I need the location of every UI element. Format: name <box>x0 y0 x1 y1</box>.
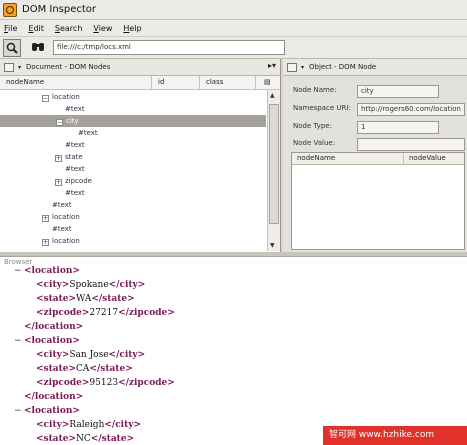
browser-pane-label: Browser <box>4 258 33 266</box>
xml-line: <zipcode>27217</zipcode> <box>36 308 175 318</box>
tree-node-label: state <box>65 153 83 161</box>
node-name-field[interactable]: city <box>357 85 439 98</box>
dom-node-pane-title: Object - DOM Node <box>309 63 377 71</box>
namespace-uri-label: Namespace URI: <box>293 104 351 112</box>
tree-node-label: #text <box>65 141 85 149</box>
dom-nodes-pane-header: ▾ Document - DOM Nodes ▸▾ <box>0 59 280 76</box>
dom-tree-column-headers: nodeName id class ▤ <box>0 76 280 90</box>
column-header-nodename[interactable]: nodeName <box>292 153 404 164</box>
xml-collapse-toggle[interactable]: − <box>14 336 24 346</box>
browser-pane: Browser − <location> <city>Spokane</city>… <box>0 256 467 445</box>
document-url-field[interactable]: file:///c:/tmp/locs.xml <box>53 40 285 55</box>
expand-icon[interactable]: + <box>55 179 62 186</box>
node-type-field[interactable]: 1 <box>357 121 439 134</box>
tree-node-zipcode[interactable]: + zipcode <box>55 175 92 187</box>
tree-node-label: location <box>52 213 80 221</box>
toolbar: file:///c:/tmp/locs.xml <box>0 37 467 59</box>
namespace-uri-field[interactable]: http://rogers60.com/location <box>357 103 465 116</box>
xml-line: </location> <box>24 392 84 402</box>
tree-node-label: city <box>66 117 79 125</box>
tree-node-label: #text <box>65 165 85 173</box>
chevron-down-icon[interactable]: ▾ <box>18 64 21 71</box>
tree-node-text[interactable]: #text <box>52 223 72 235</box>
tree-node-text[interactable]: #text <box>65 187 85 199</box>
window-title: DOM Inspector <box>22 4 97 15</box>
node-name-label: Node Name: <box>293 86 337 94</box>
tree-node-text[interactable]: #text <box>65 103 85 115</box>
scroll-down-icon[interactable]: ▼ <box>270 242 275 249</box>
dom-nodes-pane-title: Document - DOM Nodes <box>26 63 111 71</box>
menu-file[interactable]: File <box>4 24 17 33</box>
tree-node-label: #text <box>52 201 72 209</box>
xml-line: − <location> <box>14 266 80 276</box>
tree-node-state[interactable]: + state <box>55 151 83 163</box>
collapse-icon[interactable]: − <box>56 119 63 126</box>
dom-node-pane-header: ▾ Object - DOM Node <box>283 59 467 76</box>
tree-node-text[interactable]: #text <box>78 127 98 139</box>
node-value-field[interactable] <box>357 138 465 151</box>
node-type-label: Node Type: <box>293 122 332 130</box>
xml-line: <zipcode>95123</zipcode> <box>36 378 175 388</box>
scrollbar-thumb[interactable] <box>269 104 279 224</box>
xml-line: <state>WA</state> <box>36 294 135 304</box>
panel-menu-icon[interactable] <box>4 62 14 72</box>
attributes-table: nodeName nodeValue <box>291 152 465 250</box>
xml-line: − <location> <box>14 406 80 416</box>
tree-node-label: location <box>52 93 80 101</box>
xml-line: <state>NC</state> <box>36 434 135 444</box>
node-value-label: Node Value: <box>293 139 336 147</box>
expand-icon[interactable]: + <box>55 155 62 162</box>
tree-node-location[interactable]: + location <box>42 235 80 247</box>
column-header-id[interactable]: id <box>152 76 200 90</box>
menu-help[interactable]: Help <box>123 24 141 33</box>
collapse-icon[interactable]: − <box>42 95 49 102</box>
binoculars-icon[interactable] <box>31 41 45 55</box>
menu-bar: File Edit Search View Help <box>0 20 467 37</box>
dom-node-tree: − location #text − city #text #text + state… <box>0 90 280 251</box>
panel-menu-icon[interactable] <box>287 62 297 72</box>
chevron-down-icon[interactable]: ▾ <box>301 64 304 71</box>
column-header-class[interactable]: class <box>200 76 256 90</box>
inspect-button[interactable] <box>3 38 21 57</box>
scroll-up-icon[interactable]: ▲ <box>270 92 275 99</box>
xml-line: <city>Raleigh</city> <box>36 420 142 430</box>
xml-line: <city>San Jose</city> <box>36 350 146 360</box>
dom-node-pane: ▾ Object - DOM Node Node Name: city Name… <box>283 59 467 252</box>
expand-icon[interactable]: + <box>42 215 49 222</box>
tree-node-label: #text <box>78 129 98 137</box>
tree-node-label: location <box>52 237 80 245</box>
xml-line: </location> <box>24 322 84 332</box>
xml-line: <state>CA</state> <box>36 364 133 374</box>
app-logo-icon <box>3 2 17 17</box>
pane-nav-arrows-icon[interactable]: ▸▾ <box>268 61 276 70</box>
column-header-nodename[interactable]: nodeName <box>0 76 152 90</box>
tree-node-location[interactable]: + location <box>42 211 80 223</box>
tree-node-label: #text <box>52 225 72 233</box>
site-watermark: 智可网 www.hzhike.com <box>323 426 467 445</box>
xml-collapse-toggle[interactable]: − <box>14 266 24 276</box>
dom-nodes-pane: ▾ Document - DOM Nodes ▸▾ nodeName id cl… <box>0 59 281 252</box>
column-header-nodevalue[interactable]: nodeValue <box>404 153 464 164</box>
tree-node-text[interactable]: #text <box>65 163 85 175</box>
menu-edit[interactable]: Edit <box>28 24 44 33</box>
xml-line: − <location> <box>14 336 80 346</box>
xml-line: <city>Spokane</city> <box>36 280 146 290</box>
dom-tree-scrollbar[interactable]: ▲ ▼ <box>267 90 280 251</box>
attributes-table-header: nodeName nodeValue <box>292 153 464 165</box>
tree-node-label: #text <box>65 189 85 197</box>
tree-node-label: zipcode <box>65 177 92 185</box>
tree-node-city-selected[interactable]: − city <box>0 115 266 127</box>
menu-search[interactable]: Search <box>55 24 82 33</box>
title-bar: DOM Inspector <box>0 0 467 20</box>
expand-icon[interactable]: + <box>42 239 49 246</box>
tree-node-location[interactable]: − location <box>42 91 80 103</box>
tree-node-text[interactable]: #text <box>65 139 85 151</box>
tree-node-label: #text <box>65 105 85 113</box>
column-picker-icon[interactable]: ▤ <box>256 76 280 90</box>
xml-collapse-toggle[interactable]: − <box>14 406 24 416</box>
magnifier-icon <box>6 42 18 54</box>
tree-node-text[interactable]: #text <box>52 199 72 211</box>
menu-view[interactable]: View <box>93 24 112 33</box>
